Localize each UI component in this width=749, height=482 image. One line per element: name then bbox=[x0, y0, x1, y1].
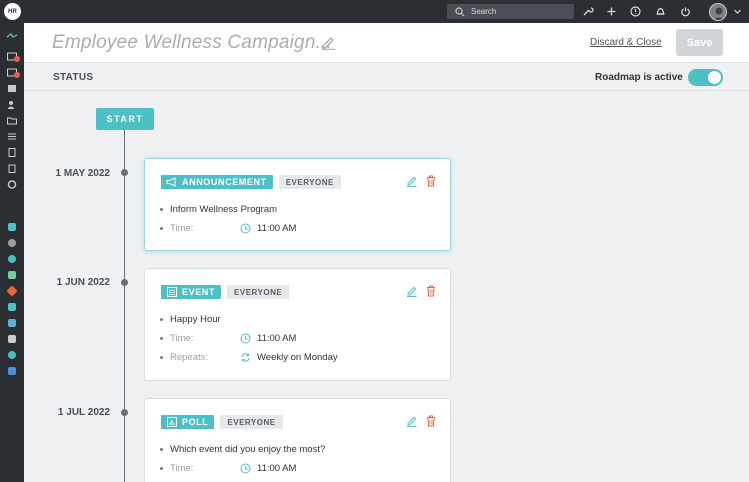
sidebar-app-diamond-icon[interactable] bbox=[6, 285, 18, 297]
clock-icon bbox=[240, 223, 251, 234]
megaphone-icon bbox=[166, 177, 176, 187]
page-title[interactable]: Employee Wellness Campaign... bbox=[52, 32, 332, 54]
timeline-dot bbox=[121, 409, 128, 416]
card-title: Happy Hour bbox=[170, 314, 221, 325]
edit-title-icon[interactable] bbox=[320, 34, 336, 50]
sidebar-list-icon[interactable] bbox=[7, 132, 17, 141]
card-title: Inform Wellness Program bbox=[170, 204, 277, 215]
search-icon bbox=[455, 6, 465, 16]
audience-badge: EVERYONE bbox=[227, 285, 290, 299]
card-title-row: Happy Hour bbox=[160, 314, 221, 325]
delete-icon[interactable] bbox=[426, 175, 436, 187]
poll-icon bbox=[167, 417, 177, 427]
sidebar-app-circle-icon[interactable] bbox=[8, 239, 16, 247]
page-header: Employee Wellness Campaign... Discard & … bbox=[24, 23, 749, 63]
sidebar-calendar-icon[interactable] bbox=[7, 84, 17, 93]
time-label: Time: bbox=[170, 333, 194, 344]
sidebar-app-chat-icon[interactable] bbox=[8, 223, 16, 231]
timeline-line bbox=[124, 130, 125, 482]
sidebar-clipboard-icon[interactable] bbox=[7, 164, 17, 173]
card-title: Which event did you enjoy the most? bbox=[170, 444, 326, 455]
discard-close-link[interactable]: Discard & Close bbox=[590, 37, 662, 48]
sidebar-settings-icon[interactable] bbox=[7, 180, 17, 189]
sidebar-folder-icon[interactable] bbox=[7, 116, 17, 125]
timeline-card-event[interactable]: EVENT EVERYONE Happy Hour Time: 11:00 AM… bbox=[144, 268, 451, 381]
repeats-value: Weekly on Monday bbox=[257, 352, 338, 363]
edit-icon[interactable] bbox=[406, 285, 417, 297]
time-value: 11:00 AM bbox=[257, 333, 297, 344]
sidebar-app-survey-icon[interactable] bbox=[8, 303, 16, 311]
app-logo[interactable]: HR bbox=[4, 3, 21, 20]
edit-icon[interactable] bbox=[406, 415, 417, 427]
sidebar-app-message-icon[interactable] bbox=[8, 271, 16, 279]
repeat-icon bbox=[241, 353, 250, 362]
time-label: Time: bbox=[170, 463, 194, 474]
card-title-row: Which event did you enjoy the most? bbox=[160, 444, 325, 455]
type-badge: POLL bbox=[161, 415, 215, 429]
sidebar-notification-badge bbox=[14, 72, 20, 78]
timeline-date: 1 JUN 2022 bbox=[56, 277, 110, 288]
delete-icon[interactable] bbox=[426, 415, 436, 427]
wrench-icon[interactable] bbox=[581, 5, 594, 18]
sidebar-notification-badge bbox=[14, 56, 20, 62]
toggle-knob bbox=[708, 71, 721, 84]
card-title-row: Inform Wellness Program bbox=[160, 204, 277, 215]
type-badge: ANNOUNCEMENT bbox=[161, 175, 273, 189]
delete-icon[interactable] bbox=[426, 285, 436, 297]
audience-badge: EVERYONE bbox=[278, 175, 341, 189]
timeline-date: 1 MAY 2022 bbox=[55, 168, 111, 179]
timeline-card-announcement[interactable]: ANNOUNCEMENT EVERYONE Inform Wellness Pr… bbox=[144, 158, 451, 251]
timeline-start-marker: START bbox=[96, 108, 154, 130]
type-badge: EVENT bbox=[161, 285, 222, 299]
roadmap-active-label: Roadmap is active bbox=[595, 72, 683, 83]
audience-badge: EVERYONE bbox=[220, 415, 283, 429]
card-time-row: Time: 11:00 AM bbox=[160, 223, 296, 234]
clock-icon bbox=[240, 333, 251, 344]
save-button[interactable]: Save bbox=[676, 29, 723, 56]
search-box[interactable]: Search bbox=[447, 4, 574, 19]
time-value: 11:00 AM bbox=[257, 463, 297, 474]
chevron-down-icon[interactable] bbox=[733, 7, 742, 16]
sidebar-app-book-icon[interactable] bbox=[8, 367, 16, 375]
timeline-card-poll[interactable]: POLL EVERYONE Which event did you enjoy … bbox=[144, 398, 451, 482]
timeline-dot bbox=[121, 169, 128, 176]
status-label: STATUS bbox=[53, 72, 94, 83]
sidebar-app-file-icon[interactable] bbox=[8, 335, 16, 343]
timeline-date: 1 JUL 2022 bbox=[57, 407, 110, 418]
sidebar-app-bot-icon[interactable] bbox=[8, 319, 16, 327]
repeats-label: Repeats: bbox=[170, 352, 209, 363]
card-time-row: Time: 11:00 AM bbox=[160, 333, 296, 344]
card-time-row: Time: 11:00 AM bbox=[160, 463, 296, 474]
sidebar-document-icon[interactable] bbox=[7, 148, 17, 157]
power-icon[interactable] bbox=[679, 5, 692, 18]
clock-icon bbox=[240, 463, 251, 474]
sidebar-app-globe-icon[interactable] bbox=[8, 351, 16, 359]
sidebar-people-icon[interactable] bbox=[7, 100, 17, 109]
card-repeats-row: Repeats: Weekly on Monday bbox=[160, 352, 338, 363]
plus-icon[interactable] bbox=[605, 5, 618, 18]
sidebar-app-support-icon[interactable] bbox=[8, 255, 16, 263]
type-label: POLL bbox=[182, 417, 209, 427]
edit-icon[interactable] bbox=[406, 175, 417, 187]
calendar-icon bbox=[167, 287, 177, 297]
type-label: EVENT bbox=[182, 287, 216, 297]
time-value: 11:00 AM bbox=[257, 223, 297, 234]
avatar[interactable] bbox=[709, 3, 727, 21]
search-placeholder: Search bbox=[471, 7, 497, 16]
type-label: ANNOUNCEMENT bbox=[182, 177, 267, 187]
help-icon[interactable] bbox=[629, 5, 642, 18]
bell-icon[interactable] bbox=[654, 5, 667, 18]
timeline-dot bbox=[121, 279, 128, 286]
time-label: Time: bbox=[170, 223, 194, 234]
top-bar: HR Search bbox=[0, 0, 749, 23]
user-photo-icon bbox=[710, 4, 726, 20]
sidebar-roadmap-icon[interactable] bbox=[7, 32, 17, 41]
status-bar: STATUS Roadmap is active bbox=[24, 64, 749, 91]
roadmap-active-toggle[interactable] bbox=[688, 69, 723, 86]
sidebar bbox=[0, 23, 24, 482]
